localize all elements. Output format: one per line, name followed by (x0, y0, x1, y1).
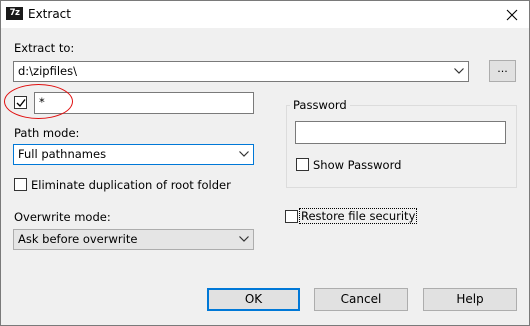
extract-to-path: d:\zipfiles\ (18, 64, 77, 78)
checkmark-icon (16, 99, 26, 108)
close-button[interactable] (495, 1, 529, 28)
chevron-down-icon[interactable] (454, 68, 464, 74)
filter-checkbox[interactable] (14, 96, 27, 109)
extract-dialog: 7z Extract Extract to: d:\zipfiles\ ... … (0, 0, 530, 326)
browse-button[interactable]: ... (489, 60, 516, 82)
help-button[interactable]: Help (423, 288, 517, 311)
ok-button[interactable]: OK (207, 288, 300, 311)
eliminate-duplication-label[interactable]: Eliminate duplication of root folder (31, 178, 231, 192)
overwrite-mode-value: Ask before overwrite (18, 232, 138, 246)
password-group-title: Password (290, 98, 350, 112)
show-password-checkbox[interactable] (296, 158, 309, 171)
path-mode-label: Path mode: (14, 126, 80, 140)
password-groupbox (286, 105, 517, 188)
extract-to-combobox[interactable]: d:\zipfiles\ (13, 61, 469, 82)
path-mode-value: Full pathnames (18, 147, 107, 161)
restore-security-checkbox[interactable] (285, 210, 298, 223)
password-input[interactable] (295, 121, 506, 144)
cancel-button[interactable]: Cancel (314, 288, 408, 311)
chevron-down-icon (239, 236, 249, 242)
eliminate-duplication-checkbox[interactable] (14, 178, 27, 191)
filter-input[interactable]: * (34, 92, 254, 114)
close-icon (506, 9, 518, 20)
path-mode-dropdown[interactable]: Full pathnames (13, 144, 254, 165)
title-bar[interactable]: 7z Extract (1, 1, 529, 28)
7zip-app-icon: 7z (6, 7, 23, 20)
overwrite-mode-label: Overwrite mode: (14, 210, 111, 224)
overwrite-mode-dropdown[interactable]: Ask before overwrite (13, 229, 254, 250)
chevron-down-icon (239, 151, 249, 157)
extract-to-label: Extract to: (14, 41, 75, 55)
restore-security-label[interactable]: Restore file security (298, 208, 418, 224)
show-password-label[interactable]: Show Password (313, 158, 401, 172)
window-title: Extract (28, 7, 71, 21)
